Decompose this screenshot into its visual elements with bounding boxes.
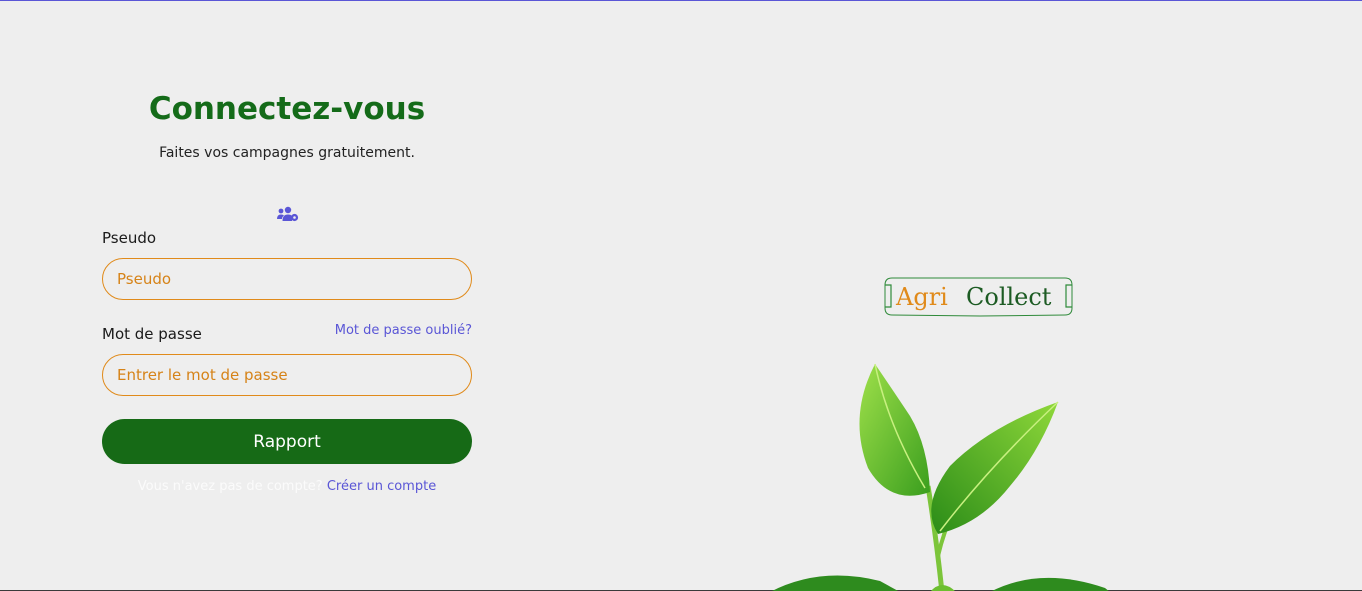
page-title: Connectez-vous [148,91,426,127]
password-input[interactable] [102,354,472,396]
create-account-link[interactable]: Créer un compte [327,479,436,494]
pseudo-input[interactable] [102,258,472,300]
logo-text-agri: Agri [895,283,948,311]
forgot-password-link[interactable]: Mot de passe oublié? [335,323,472,338]
signup-prompt: Vous n'avez pas de compte? Créer un comp… [102,479,472,494]
submit-button[interactable]: Rapport [102,419,472,464]
login-page: Connectez-vous Faites vos campagnes grat… [0,0,1362,591]
pseudo-label: Pseudo [102,229,157,247]
page-subtitle: Faites vos campagnes gratuitement. [159,145,415,161]
no-account-text: Vous n'avez pas de compte? [137,479,323,494]
logo-text-collect: Collect [966,283,1052,311]
users-cog-icon [277,206,299,222]
plant-illustration [772,363,1109,591]
password-label: Mot de passe [102,325,202,343]
agricollect-logo: Agri Collect [884,277,1073,317]
